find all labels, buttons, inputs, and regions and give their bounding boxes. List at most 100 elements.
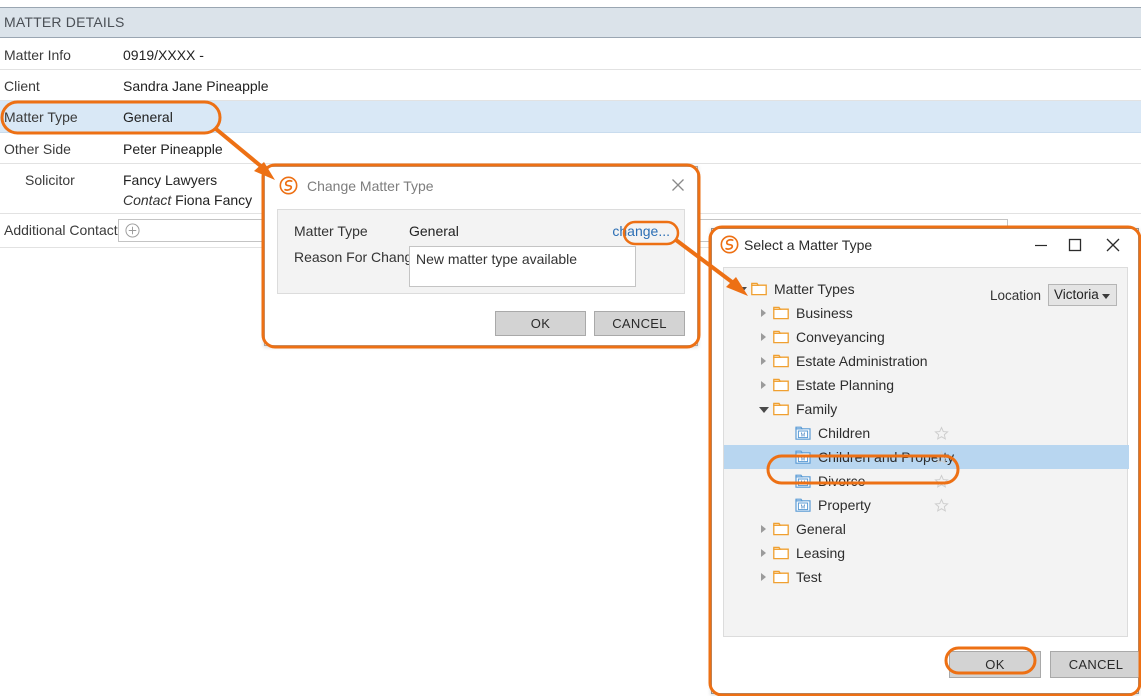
other-side-row: Other Side Peter Pineapple <box>0 133 1141 164</box>
tree-item-leasing[interactable]: Leasing <box>724 541 1129 565</box>
matter-type-icon: M <box>795 498 811 512</box>
tree-item-matter-types[interactable]: Matter Types <box>724 277 1129 301</box>
chevron-down-icon[interactable] <box>758 403 770 415</box>
client-row: Client Sandra Jane Pineapple <box>0 70 1141 101</box>
client-label: Client <box>4 78 40 94</box>
folder-icon <box>773 354 789 368</box>
tree-item-label: Leasing <box>796 545 846 561</box>
chevron-right-icon[interactable] <box>758 331 770 343</box>
tree-item-label: Property <box>818 497 871 513</box>
matter-details-header: MATTER DETAILS <box>0 8 1141 38</box>
change-link[interactable]: change... <box>612 223 670 239</box>
solicitor-contact-label: Contact <box>123 192 172 208</box>
change-dialog-body: Matter Type General change... Reason For… <box>277 209 685 294</box>
matter-type-label: Matter Type <box>4 109 78 125</box>
additional-contact-label: Additional Contact <box>4 222 118 238</box>
svg-text:M: M <box>801 480 806 486</box>
tree-item-label: Matter Types <box>774 281 855 297</box>
tree-item-label: Test <box>796 569 822 585</box>
matter-type-icon: M <box>795 474 811 488</box>
page-title: MATTER DETAILS <box>4 14 125 30</box>
app-logo-icon <box>279 176 298 195</box>
select-window-body: Location Victoria Matter Types Business Co… <box>723 267 1129 637</box>
favourite-star-icon[interactable] <box>934 426 949 441</box>
change-dialog-cancel-button[interactable]: CANCEL <box>594 311 685 336</box>
select-ok-button[interactable]: OK <box>949 651 1041 678</box>
svg-text:M: M <box>801 504 806 510</box>
matter-info-value: 0919/XXXX - <box>123 47 204 63</box>
favourite-star-icon[interactable] <box>934 498 949 513</box>
solicitor-contact-name: Fiona Fancy <box>175 192 253 208</box>
reason-for-change-input[interactable]: New matter type available <box>409 246 636 287</box>
matter-type-icon: M <box>795 450 811 464</box>
client-value: Sandra Jane Pineapple <box>123 78 269 94</box>
other-side-label: Other Side <box>4 141 71 157</box>
change-matter-type-label: Matter Type <box>294 223 368 239</box>
change-dialog-title: Change Matter Type <box>307 178 434 194</box>
select-cancel-button[interactable]: CANCEL <box>1050 651 1141 678</box>
close-icon[interactable] <box>669 176 687 194</box>
tree-item-label: Children <box>818 425 871 441</box>
tree-item-children-and-property[interactable]: M Children and Property <box>724 445 1129 469</box>
favourite-star-icon[interactable] <box>934 474 949 489</box>
chevron-right-icon[interactable] <box>758 307 770 319</box>
minimize-icon[interactable] <box>1024 233 1058 257</box>
plus-circle-icon[interactable] <box>125 223 140 238</box>
tree-item-test[interactable]: Test <box>724 565 1129 589</box>
folder-icon <box>751 282 767 296</box>
solicitor-contact-value: Contact Fiona Fancy <box>123 192 252 208</box>
change-dialog-ok-button[interactable]: OK <box>495 311 586 336</box>
svg-text:M: M <box>801 456 806 462</box>
tree-item-label: Business <box>796 305 853 321</box>
tree-item-general[interactable]: General <box>724 517 1129 541</box>
tree-item-label: Conveyancing <box>796 329 885 345</box>
reason-for-change-label: Reason For Change <box>294 249 421 265</box>
svg-text:M: M <box>801 432 806 438</box>
tree-item-estate-administration[interactable]: Estate Administration <box>724 349 1129 373</box>
matter-info-row: Matter Info 0919/XXXX - <box>0 39 1141 70</box>
matter-type-icon: M <box>795 426 811 440</box>
chevron-down-icon[interactable] <box>736 283 748 295</box>
chevron-right-icon[interactable] <box>758 547 770 559</box>
folder-icon <box>773 402 789 416</box>
matter-type-row[interactable]: Matter Type General <box>0 101 1141 133</box>
folder-icon <box>773 570 789 584</box>
folder-icon <box>773 378 789 392</box>
other-side-value: Peter Pineapple <box>123 141 223 157</box>
tree-item-divorce[interactable]: M Divorce <box>724 469 1129 493</box>
select-matter-type-window: Select a Matter Type Location Victoria M… <box>711 228 1141 694</box>
change-matter-type-value: General <box>409 223 459 239</box>
maximize-icon[interactable] <box>1058 233 1092 257</box>
chevron-right-icon[interactable] <box>758 379 770 391</box>
change-matter-type-dialog: Change Matter Type Matter Type General c… <box>264 166 698 346</box>
chevron-right-icon[interactable] <box>758 571 770 583</box>
chevron-right-icon[interactable] <box>758 355 770 367</box>
tree-item-children[interactable]: M Children <box>724 421 1129 445</box>
tree-item-property[interactable]: M Property <box>724 493 1129 517</box>
folder-icon <box>773 546 789 560</box>
solicitor-label: Solicitor <box>25 172 75 188</box>
tree-item-label: General <box>796 521 846 537</box>
tree-item-business[interactable]: Business <box>724 301 1129 325</box>
folder-icon <box>773 330 789 344</box>
tree-item-estate-planning[interactable]: Estate Planning <box>724 373 1129 397</box>
folder-icon <box>773 522 789 536</box>
chevron-right-icon[interactable] <box>758 523 770 535</box>
tree-item-label: Estate Planning <box>796 377 895 393</box>
favourite-star-icon[interactable] <box>934 450 949 465</box>
solicitor-value: Fancy Lawyers <box>123 172 218 188</box>
matter-info-label: Matter Info <box>4 47 71 63</box>
tree-item-family[interactable]: Family <box>724 397 1129 421</box>
tree-item-label: Estate Administration <box>796 353 928 369</box>
tree-item-label: Divorce <box>818 473 866 489</box>
app-logo-icon <box>720 235 739 254</box>
matter-type-tree: Matter Types Business Conveyancing Estate A… <box>724 277 1129 589</box>
folder-icon <box>773 306 789 320</box>
tree-item-conveyancing[interactable]: Conveyancing <box>724 325 1129 349</box>
tree-item-label: Family <box>796 401 838 417</box>
matter-type-value: General <box>123 109 173 125</box>
close-icon[interactable] <box>1096 233 1130 257</box>
